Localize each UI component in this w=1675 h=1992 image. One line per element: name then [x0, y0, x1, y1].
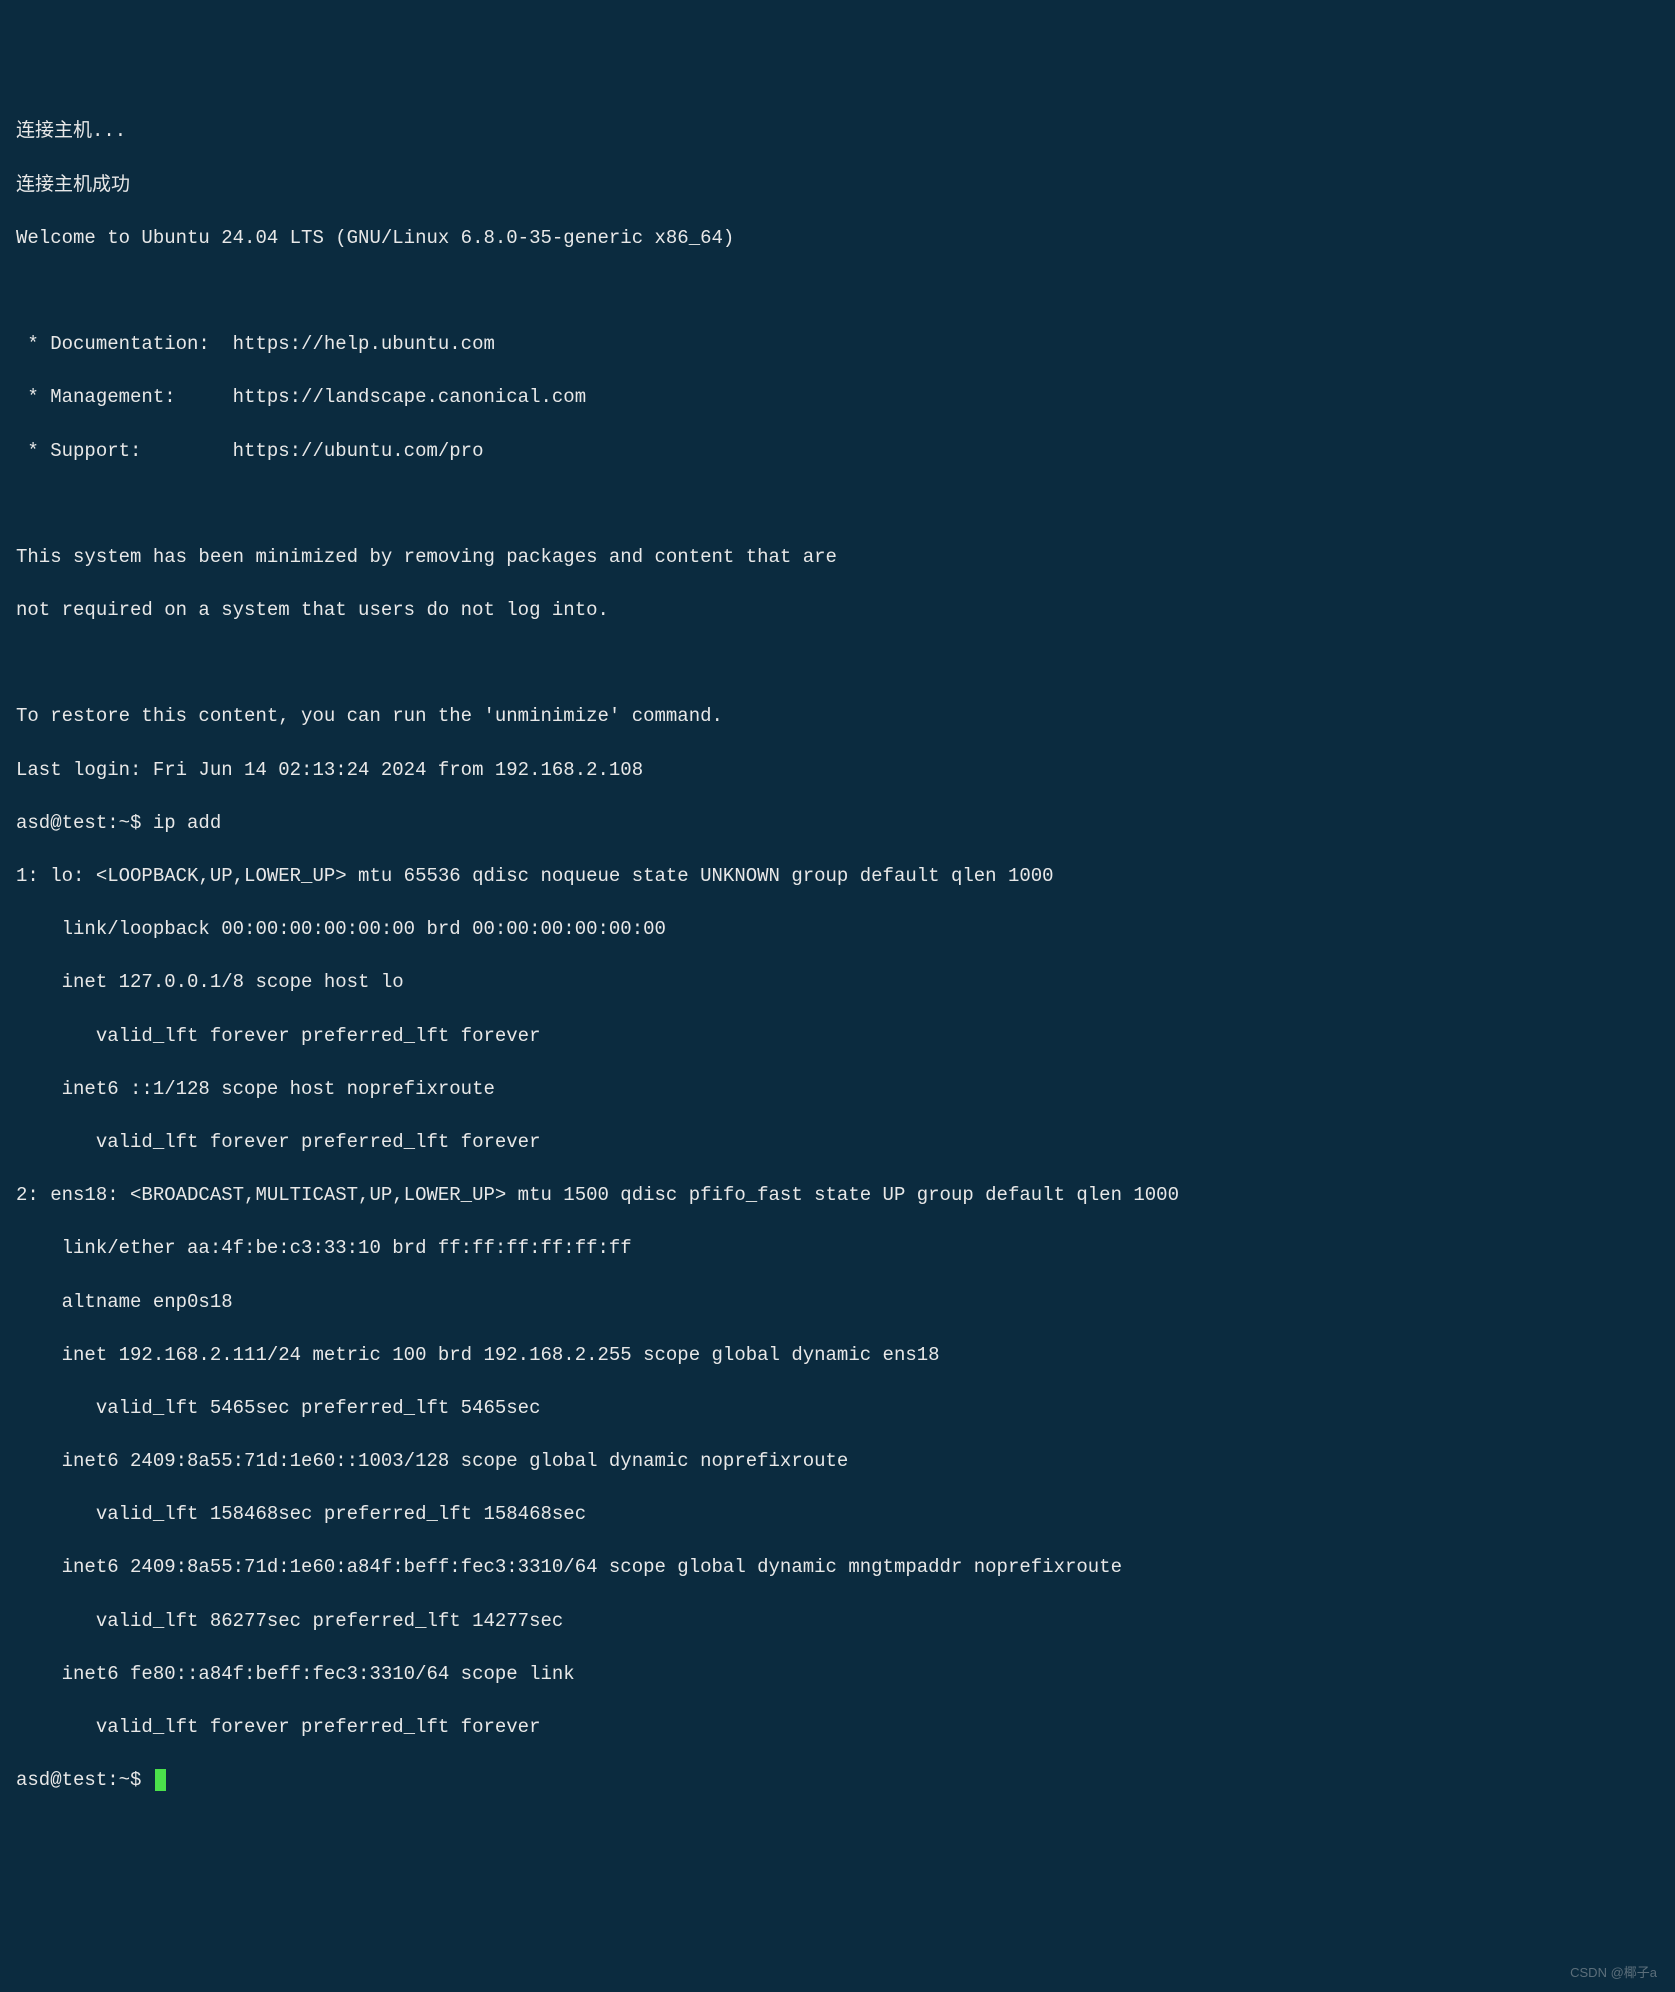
- prompt-line-2[interactable]: asd@test:~$: [16, 1767, 1659, 1794]
- csdn-watermark: CSDN @椰子a: [1570, 1964, 1657, 1982]
- ip-ens-inet6c: inet6 fe80::a84f:beff:fec3:3310/64 scope…: [16, 1661, 1659, 1688]
- ip-lo-inet6: inet6 ::1/128 scope host noprefixroute: [16, 1076, 1659, 1103]
- ip-ens-link: link/ether aa:4f:be:c3:33:10 brd ff:ff:f…: [16, 1235, 1659, 1262]
- welcome-banner: Welcome to Ubuntu 24.04 LTS (GNU/Linux 6…: [16, 225, 1659, 252]
- blank-line: [16, 278, 1659, 305]
- ip-lo-link: link/loopback 00:00:00:00:00:00 brd 00:0…: [16, 916, 1659, 943]
- cursor-icon: [155, 1769, 166, 1791]
- ip-lo-inet: inet 127.0.0.1/8 scope host lo: [16, 969, 1659, 996]
- connection-connecting: 连接主机...: [16, 118, 1659, 145]
- command-ip-add: ip add: [153, 812, 221, 834]
- ip-ens-inet6a: inet6 2409:8a55:71d:1e60::1003/128 scope…: [16, 1448, 1659, 1475]
- minimized-notice-1: This system has been minimized by removi…: [16, 544, 1659, 571]
- ip-ens-inet6b: inet6 2409:8a55:71d:1e60:a84f:beff:fec3:…: [16, 1554, 1659, 1581]
- connection-connected: 连接主机成功: [16, 172, 1659, 199]
- ip-lo-inet6-lft: valid_lft forever preferred_lft forever: [16, 1129, 1659, 1156]
- ip-lo-header: 1: lo: <LOOPBACK,UP,LOWER_UP> mtu 65536 …: [16, 863, 1659, 890]
- unminimize-hint: To restore this content, you can run the…: [16, 703, 1659, 730]
- management-link: * Management: https://landscape.canonica…: [16, 384, 1659, 411]
- documentation-link: * Documentation: https://help.ubuntu.com: [16, 331, 1659, 358]
- last-login: Last login: Fri Jun 14 02:13:24 2024 fro…: [16, 757, 1659, 784]
- ip-ens-header: 2: ens18: <BROADCAST,MULTICAST,UP,LOWER_…: [16, 1182, 1659, 1209]
- prompt-user-host: asd@test:~$: [16, 812, 153, 834]
- blank-line: [16, 491, 1659, 518]
- ip-ens-inet6a-lft: valid_lft 158468sec preferred_lft 158468…: [16, 1501, 1659, 1528]
- prompt-user-host: asd@test:~$: [16, 1769, 153, 1791]
- ip-ens-inet-lft: valid_lft 5465sec preferred_lft 5465sec: [16, 1395, 1659, 1422]
- ip-ens-inet6b-lft: valid_lft 86277sec preferred_lft 14277se…: [16, 1608, 1659, 1635]
- support-link: * Support: https://ubuntu.com/pro: [16, 438, 1659, 465]
- blank-line: [16, 650, 1659, 677]
- ip-lo-inet-lft: valid_lft forever preferred_lft forever: [16, 1023, 1659, 1050]
- ip-ens-inet: inet 192.168.2.111/24 metric 100 brd 192…: [16, 1342, 1659, 1369]
- ip-ens-inet6c-lft: valid_lft forever preferred_lft forever: [16, 1714, 1659, 1741]
- ip-ens-altname: altname enp0s18: [16, 1289, 1659, 1316]
- prompt-line-1[interactable]: asd@test:~$ ip add: [16, 810, 1659, 837]
- minimized-notice-2: not required on a system that users do n…: [16, 597, 1659, 624]
